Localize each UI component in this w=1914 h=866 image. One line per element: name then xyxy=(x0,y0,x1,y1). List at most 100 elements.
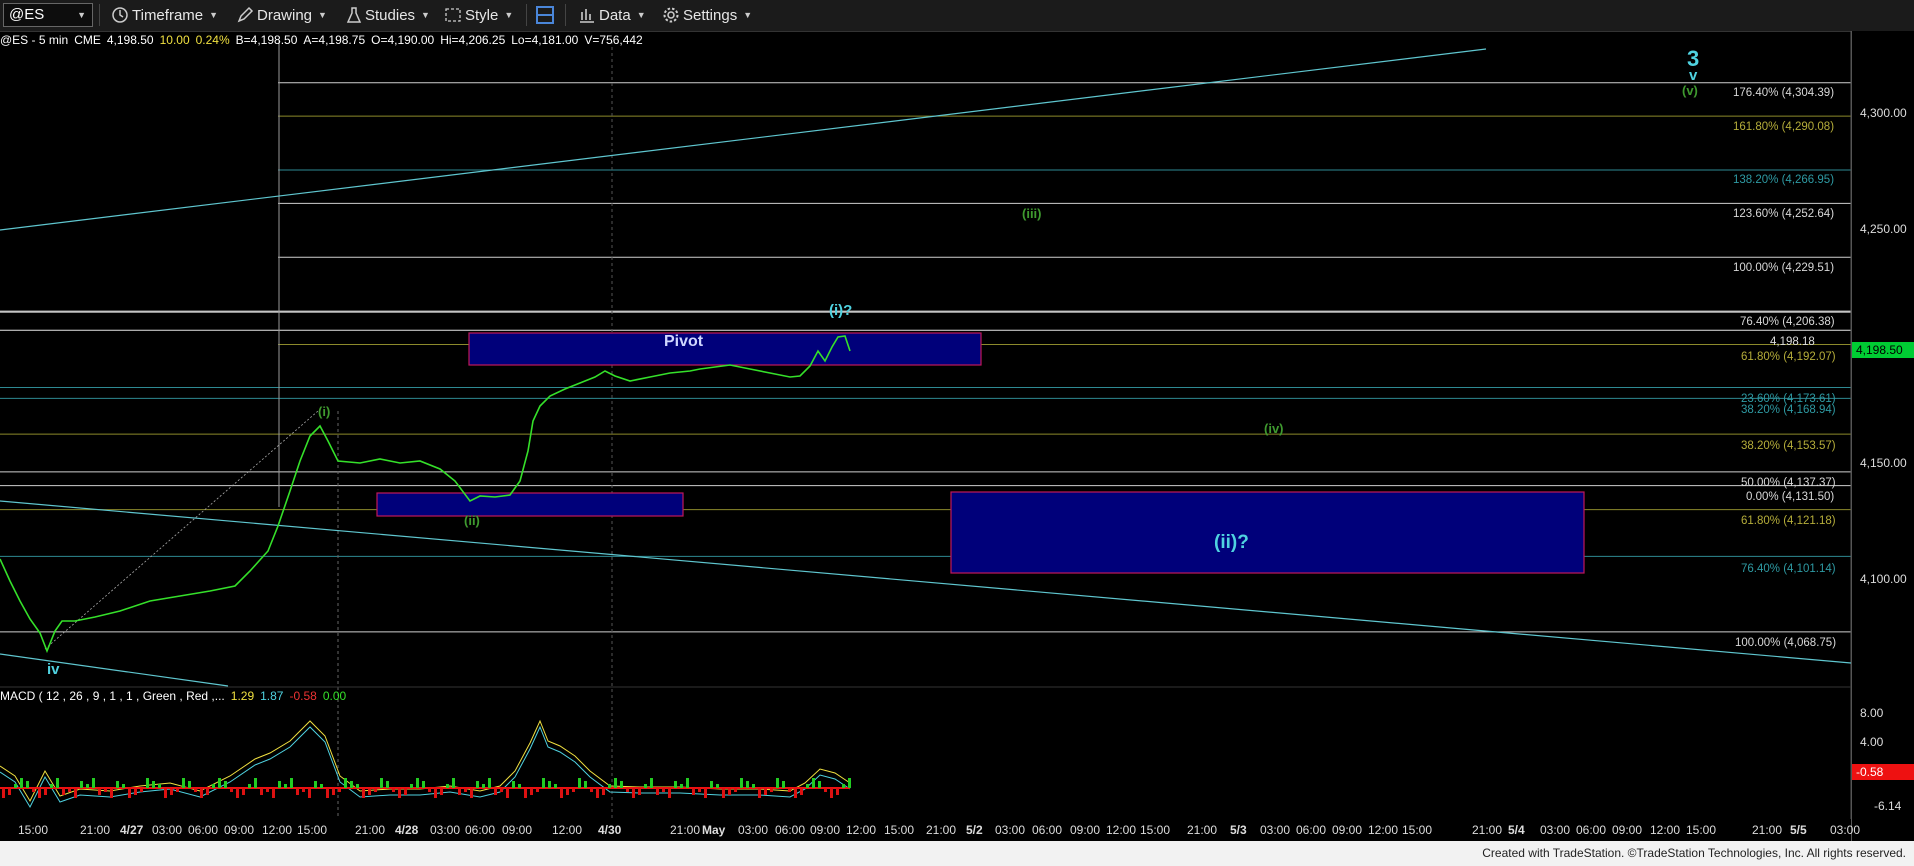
macd-histogram-bar xyxy=(236,788,239,798)
macd-histogram-bar xyxy=(92,778,95,788)
time-tick: 5/4 xyxy=(1508,823,1525,837)
macd-histogram-bar xyxy=(752,784,755,788)
macd-histogram-bar xyxy=(248,784,251,788)
macd-histogram-bar xyxy=(482,784,485,788)
chevron-down-icon: ▼ xyxy=(318,10,327,20)
data-label: Data xyxy=(599,6,631,24)
macd-histogram-bar xyxy=(638,788,641,795)
pivot-zone xyxy=(468,332,982,366)
time-tick: 15:00 xyxy=(884,823,915,837)
macd-histogram-bar xyxy=(386,781,389,788)
macd-histogram-bar xyxy=(602,788,605,795)
macd-histogram-bar xyxy=(38,788,41,798)
time-tick: 06:00 xyxy=(1576,823,1607,837)
macd-histogram-bar xyxy=(68,788,71,792)
timeframe-menu[interactable]: Timeframe ▼ xyxy=(111,4,218,26)
time-tick: 09:00 xyxy=(1612,823,1643,837)
time-tick: 06:00 xyxy=(188,823,219,837)
high-price: Hi=4,206.25 xyxy=(440,33,506,47)
wave-ii-label: (ii) xyxy=(464,513,480,528)
macd-histogram-bar xyxy=(308,788,311,798)
fib-label: 138.20% (4,266.95) xyxy=(1733,174,1835,186)
macd-histogram-bar xyxy=(302,788,305,792)
macd-histogram-bar xyxy=(290,778,293,788)
price-axis-label: 4,150.00 xyxy=(1860,456,1907,470)
macd-histogram-bar xyxy=(338,788,341,792)
time-tick: 12:00 xyxy=(1106,823,1137,837)
layout-icon xyxy=(536,6,554,24)
macd-histogram-bar xyxy=(8,788,11,795)
time-tick: 03:00 xyxy=(738,823,769,837)
macd-histogram-bar xyxy=(44,788,47,795)
macd-histogram-bar xyxy=(734,788,737,792)
exchange: CME xyxy=(74,33,101,47)
time-tick: 15:00 xyxy=(1686,823,1717,837)
macd-histogram-bar xyxy=(260,788,263,795)
macd-histogram-bar xyxy=(62,788,65,795)
macd-histogram-bar xyxy=(224,781,227,788)
macd-histogram-bar xyxy=(644,784,647,788)
macd-histogram-bar xyxy=(140,788,143,792)
pivot-label: Pivot xyxy=(664,333,704,350)
macd-histogram-bar xyxy=(296,788,299,795)
drawing-menu[interactable]: Drawing ▼ xyxy=(236,4,327,26)
macd-histogram-bar xyxy=(344,778,347,788)
pencil-icon xyxy=(237,6,254,23)
data-menu[interactable]: Data ▼ xyxy=(578,4,646,26)
macd-histogram-bar xyxy=(404,788,407,795)
macd-histogram-bar xyxy=(608,784,611,788)
macd-histogram-bar xyxy=(548,781,551,788)
time-tick: 03:00 xyxy=(1260,823,1291,837)
macd-histogram-bar xyxy=(710,781,713,788)
style-menu[interactable]: Style ▼ xyxy=(444,4,513,26)
time-tick: 4/27 xyxy=(120,823,144,837)
fib-label: 76.40% (4,101.14) xyxy=(1741,563,1836,575)
macd-histogram-bar xyxy=(446,784,449,788)
time-axis[interactable]: 15:00 21:00 4/27 03:00 06:00 09:00 12:00 15:00 2… xyxy=(0,819,1860,841)
time-tick: 03:00 xyxy=(152,823,183,837)
macd-histogram-bar xyxy=(50,784,53,788)
clock-icon xyxy=(112,7,128,23)
macd-histogram-bar xyxy=(80,781,83,788)
macd-histogram-bar xyxy=(524,788,527,798)
macd-histogram-bar xyxy=(572,788,575,792)
macd-axis-label: -6.14 xyxy=(1874,799,1902,813)
gear-icon xyxy=(663,7,679,23)
macd-histogram-bar xyxy=(506,788,509,798)
macd-histogram-bar xyxy=(686,778,689,788)
toolbar-divider xyxy=(526,4,527,26)
settings-label: Settings xyxy=(683,6,738,24)
macd-histogram-bar xyxy=(272,788,275,798)
time-tick: 15:00 xyxy=(18,823,49,837)
macd-histogram-bar xyxy=(86,784,89,788)
macd-histogram-bar xyxy=(674,781,677,788)
price-axis[interactable]: 4,300.00 4,250.00 4,150.00 4,100.00 8.00… xyxy=(1851,31,1914,841)
time-tick: 4/28 xyxy=(395,823,419,837)
macd-histogram-bar xyxy=(326,788,329,798)
settings-menu[interactable]: Settings ▼ xyxy=(662,4,752,26)
copyright-text: Created with TradeStation. ©TradeStation… xyxy=(1482,846,1906,860)
macd-histogram-bar xyxy=(56,778,59,788)
layout-button[interactable] xyxy=(535,4,555,26)
chart-bars-icon xyxy=(580,9,594,23)
wave-i-label: (i) xyxy=(318,404,331,419)
macd-histogram-bar xyxy=(206,788,209,795)
macd-histogram-bar xyxy=(170,788,173,795)
macd-histogram-bar xyxy=(194,788,197,792)
macd-histogram-bar xyxy=(818,781,821,788)
target-zone xyxy=(950,491,1585,574)
macd-histogram-bar xyxy=(434,788,437,798)
footer: Created with TradeStation. ©TradeStation… xyxy=(0,841,1914,866)
macd-histogram-bar xyxy=(440,788,443,795)
time-tick: May xyxy=(702,823,726,837)
toolbar-divider xyxy=(565,4,566,26)
symbol-selector[interactable]: @ES ▼ xyxy=(3,3,93,27)
symbol-interval: @ES - 5 min xyxy=(0,33,69,47)
current-price-marker: 4,198.50 xyxy=(1852,342,1914,358)
time-tick: 03:00 xyxy=(430,823,461,837)
bid-price: B=4,198.50 xyxy=(235,33,298,47)
macd-histogram-bar xyxy=(566,788,569,795)
macd-histogram-bar xyxy=(788,788,791,792)
studies-menu[interactable]: Studies ▼ xyxy=(346,4,430,26)
macd-histogram-bar xyxy=(380,778,383,788)
